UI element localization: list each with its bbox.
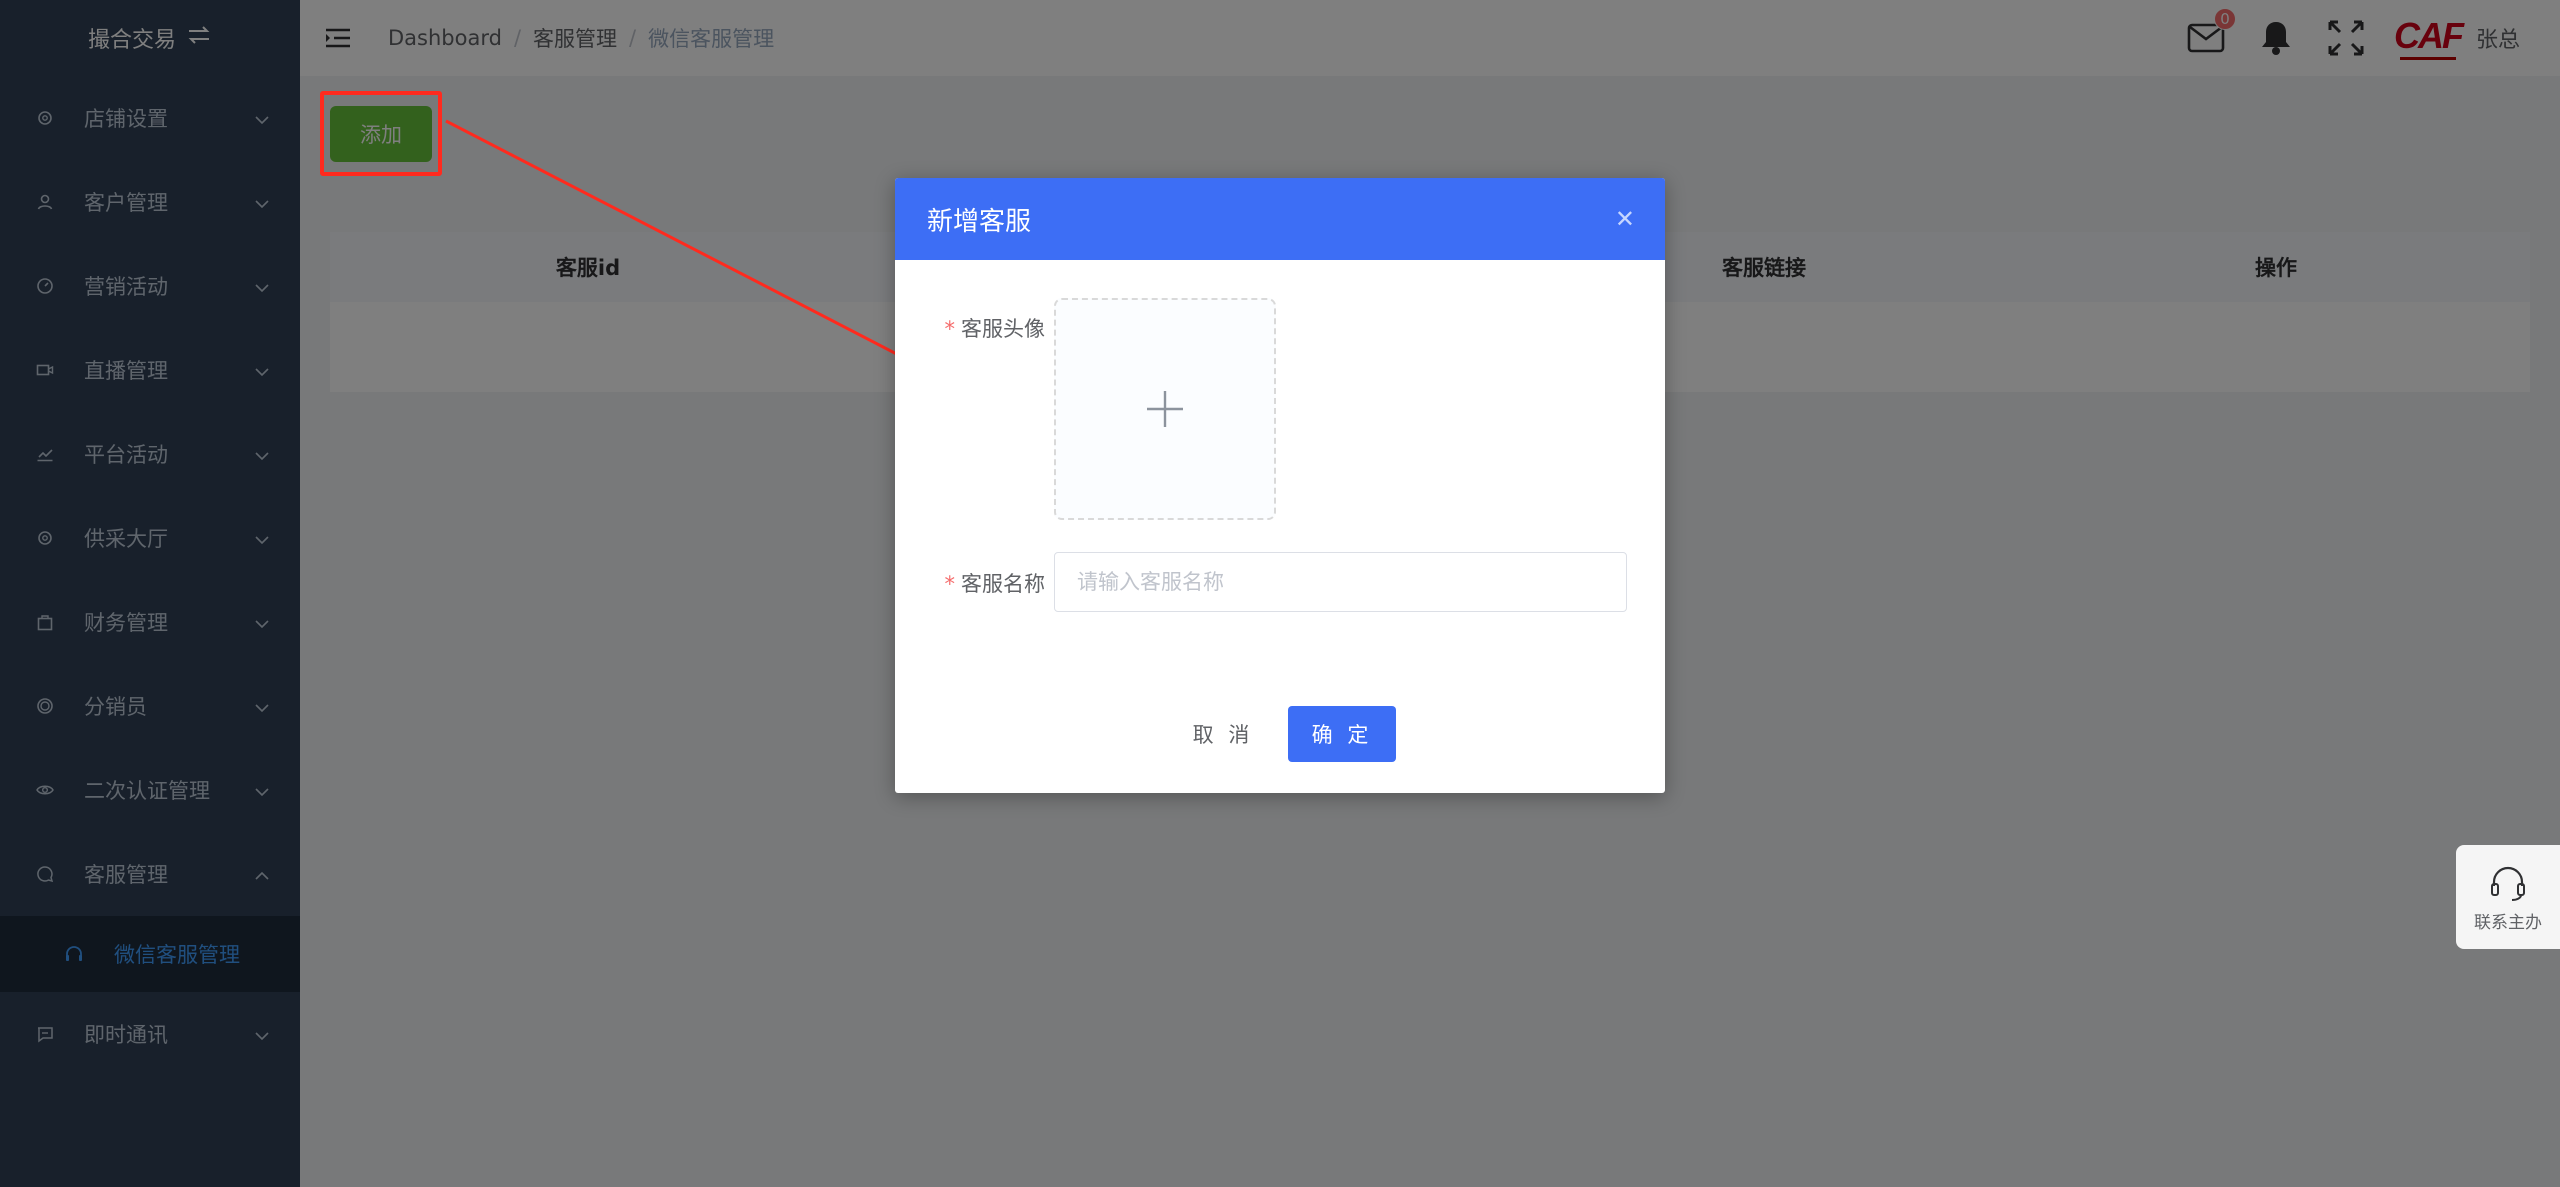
name-label: * 客服名称 <box>935 568 1046 598</box>
add-service-dialog: 新增客服 ✕ *客服头像 *客服名称 取 消 确 定 <box>895 178 1665 793</box>
contact-label: 联系主办 <box>2474 912 2542 933</box>
avatar-uploader[interactable] <box>1054 298 1276 520</box>
avatar-label: * 客服头像 <box>935 313 1046 343</box>
dialog-header: 新增客服 ✕ <box>895 178 1665 260</box>
contact-organizer-button[interactable]: 联系主办 <box>2456 845 2560 949</box>
close-icon[interactable]: ✕ <box>1615 205 1635 233</box>
plus-icon <box>1147 391 1183 427</box>
service-name-input[interactable] <box>1054 552 1627 612</box>
dialog-title: 新增客服 <box>927 206 1032 237</box>
annotation-highlight-box <box>320 91 442 176</box>
headset-icon <box>2491 866 2525 901</box>
confirm-button[interactable]: 确 定 <box>1288 706 1396 762</box>
avatar-label-text: 客服头像 <box>961 317 1045 341</box>
cancel-button[interactable]: 取 消 <box>1170 706 1276 762</box>
required-mark: * <box>944 317 956 341</box>
name-label-text: 客服名称 <box>961 572 1045 596</box>
required-mark: * <box>944 572 956 596</box>
